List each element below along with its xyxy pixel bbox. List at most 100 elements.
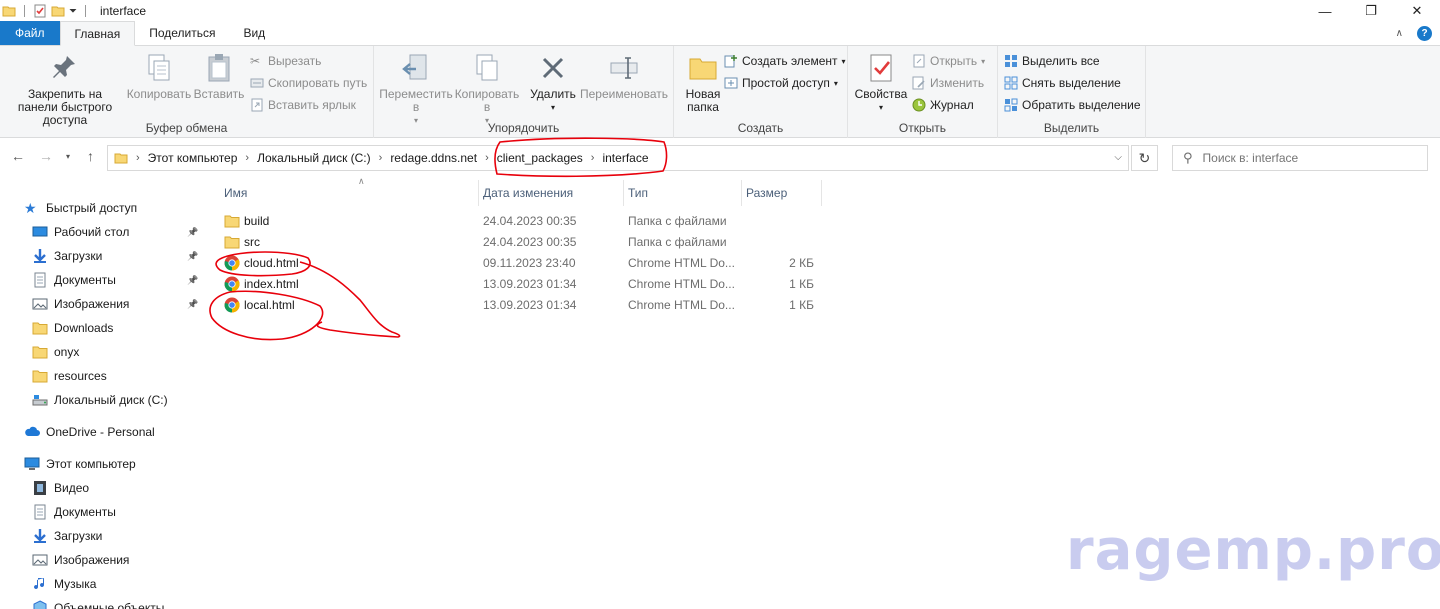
rename-button[interactable]: Переименовать bbox=[578, 52, 670, 101]
back-arrow-icon[interactable]: ← bbox=[11, 148, 25, 164]
easy-access-button[interactable]: Простой доступ ▾ bbox=[724, 74, 838, 92]
toolbar-divider bbox=[85, 5, 86, 17]
search-input[interactable] bbox=[1202, 151, 1403, 165]
nav-quick-item-label: Локальный диск (C:) bbox=[54, 393, 168, 407]
collapse-ribbon-icon[interactable]: ∧ bbox=[1396, 28, 1403, 39]
forward-arrow-icon[interactable]: → bbox=[39, 148, 53, 164]
tab-share[interactable]: Поделиться bbox=[135, 21, 229, 45]
nav-this-pc[interactable]: Этот компьютер bbox=[0, 453, 205, 475]
column-header-name[interactable]: Имя ∧ bbox=[220, 176, 479, 206]
nav-quick-item[interactable]: Downloads bbox=[0, 317, 205, 339]
search-box[interactable]: ⚲ bbox=[1172, 145, 1428, 171]
paste-button[interactable]: Вставить bbox=[192, 52, 246, 101]
new-folder-icon[interactable] bbox=[51, 4, 65, 18]
breadcrumb-this-pc[interactable]: Этот компьютер bbox=[148, 151, 238, 165]
copy-button[interactable]: Копировать bbox=[126, 52, 192, 101]
nav-pc-item[interactable]: Изображения bbox=[0, 549, 205, 571]
quick-access-toolbar: ⏷ bbox=[0, 4, 90, 18]
pin-quick-access-button[interactable]: Закрепить на панели быстрого доступа bbox=[4, 52, 126, 127]
nav-quick-item-label: Рабочий стол bbox=[54, 225, 130, 239]
copy-path-button[interactable]: Скопировать путь bbox=[250, 74, 367, 92]
breadcrumb-chevron-icon[interactable]: › bbox=[591, 152, 595, 164]
nav-pc-item[interactable]: Документы bbox=[0, 501, 205, 523]
cut-label: Вырезать bbox=[268, 54, 322, 68]
customize-toolbar-icon[interactable]: ⏷ bbox=[69, 6, 77, 17]
file-name: cloud.html bbox=[244, 256, 299, 270]
nav-onedrive[interactable]: OneDrive - Personal bbox=[0, 421, 205, 443]
refresh-button[interactable]: ↻ bbox=[1131, 145, 1158, 171]
watermark: ragemp.pro bbox=[1066, 518, 1440, 583]
close-button[interactable]: ✕ bbox=[1394, 0, 1440, 22]
file-row[interactable]: src 24.04.2023 00:35 Папка с файлами bbox=[216, 232, 816, 253]
cut-button[interactable]: ✂ Вырезать bbox=[250, 52, 321, 70]
file-date: 13.09.2023 01:34 bbox=[483, 277, 577, 291]
easy-access-icon bbox=[724, 77, 738, 89]
move-to-button[interactable]: Переместить в ▾ bbox=[378, 52, 454, 127]
paste-shortcut-button[interactable]: Вставить ярлык bbox=[250, 96, 356, 114]
nav-quick-item[interactable]: onyx bbox=[0, 341, 205, 363]
copy-to-button[interactable]: Копировать в ▾ bbox=[454, 52, 520, 127]
address-dropdown-icon[interactable]: ⌵ bbox=[1114, 152, 1122, 163]
column-header-type[interactable]: Тип bbox=[624, 180, 742, 206]
select-none-button[interactable]: Снять выделение bbox=[1004, 74, 1121, 92]
breadcrumb-interface[interactable]: interface bbox=[602, 151, 648, 165]
nav-pc-item[interactable]: Музыка bbox=[0, 573, 205, 595]
tab-file[interactable]: Файл bbox=[0, 21, 60, 45]
up-arrow-icon[interactable]: ↑ bbox=[87, 148, 94, 164]
breadcrumb-chevron-icon[interactable]: › bbox=[136, 152, 140, 164]
breadcrumb-redage[interactable]: redage.ddns.net bbox=[390, 151, 477, 165]
nav-pc-item[interactable]: Загрузки bbox=[0, 525, 205, 547]
pin-icon: 📌 bbox=[187, 298, 199, 309]
nav-quick-item[interactable]: Локальный диск (C:) bbox=[0, 389, 205, 411]
address-bar[interactable]: › Этот компьютер › Локальный диск (C:) ›… bbox=[107, 145, 1129, 171]
delete-button[interactable]: Удалить ▾ bbox=[526, 52, 580, 114]
nav-pc-item-label: Музыка bbox=[54, 577, 97, 591]
folder-icon bbox=[224, 234, 240, 250]
nav-quick-item[interactable]: Документы 📌 bbox=[0, 269, 205, 291]
nav-quick-item[interactable]: resources bbox=[0, 365, 205, 387]
select-group-label: Выделить bbox=[1043, 121, 1100, 135]
nav-pc-item[interactable]: Объемные объекты bbox=[0, 597, 205, 609]
nav-quick-item[interactable]: Рабочий стол 📌 bbox=[0, 221, 205, 243]
music-icon bbox=[32, 576, 48, 592]
maximize-button[interactable]: ❐ bbox=[1348, 0, 1394, 22]
tab-view[interactable]: Вид bbox=[229, 21, 279, 45]
invert-selection-button[interactable]: Обратить выделение bbox=[1004, 96, 1141, 114]
column-header-size[interactable]: Размер bbox=[742, 180, 822, 206]
tab-home[interactable]: Главная bbox=[59, 21, 136, 46]
invert-selection-label: Обратить выделение bbox=[1022, 98, 1141, 112]
select-none-label: Снять выделение bbox=[1022, 76, 1121, 90]
column-header-date[interactable]: Дата изменения bbox=[479, 180, 624, 206]
file-row[interactable]: local.html 13.09.2023 01:34 Chrome HTML Do… bbox=[216, 295, 816, 316]
breadcrumb-client-packages[interactable]: client_packages bbox=[497, 151, 583, 165]
help-icon[interactable]: ? bbox=[1417, 26, 1432, 41]
column-date-label: Дата изменения bbox=[483, 186, 574, 200]
new-item-button[interactable]: Создать элемент ▾ bbox=[724, 52, 846, 70]
nav-pc-item[interactable]: Видео bbox=[0, 477, 205, 499]
breadcrumb-chevron-icon[interactable]: › bbox=[379, 152, 383, 164]
file-row[interactable]: index.html 13.09.2023 01:34 Chrome HTML Do… bbox=[216, 274, 816, 295]
pin-icon bbox=[53, 56, 75, 78]
breadcrumb-chevron-icon[interactable]: › bbox=[485, 152, 489, 164]
paste-icon bbox=[208, 54, 230, 82]
nav-quick-item[interactable]: Загрузки 📌 bbox=[0, 245, 205, 267]
file-row[interactable]: cloud.html 09.11.2023 23:40 Chrome HTML Do… bbox=[216, 253, 816, 274]
nav-quick-item[interactable]: Изображения 📌 bbox=[0, 293, 205, 315]
breadcrumb-chevron-icon[interactable]: › bbox=[245, 152, 249, 164]
edit-button[interactable]: Изменить bbox=[912, 74, 984, 92]
history-button[interactable]: Журнал bbox=[912, 96, 974, 114]
column-name-label: Имя bbox=[224, 186, 248, 200]
recent-locations-chevron-icon[interactable]: ▾ bbox=[66, 152, 70, 161]
ribbon-extra-controls: ∧ ? bbox=[1396, 26, 1432, 41]
properties-button[interactable]: Свойства ▾ bbox=[852, 52, 910, 114]
open-button[interactable]: Открыть ▾ bbox=[912, 52, 985, 70]
open-group: Свойства ▾ Открыть ▾ Изменить Журнал Отк… bbox=[848, 46, 998, 138]
breadcrumb-local-disk[interactable]: Локальный диск (C:) bbox=[257, 151, 371, 165]
new-folder-button[interactable]: Новая папка bbox=[678, 52, 728, 114]
file-row[interactable]: build 24.04.2023 00:35 Папка с файлами bbox=[216, 211, 816, 232]
nav-quick-access[interactable]: ★ Быстрый доступ bbox=[0, 197, 205, 219]
minimize-button[interactable]: — bbox=[1302, 0, 1348, 22]
rename-label: Переименовать bbox=[580, 87, 668, 101]
properties-icon[interactable] bbox=[33, 4, 47, 18]
select-all-button[interactable]: Выделить все bbox=[1004, 52, 1100, 70]
